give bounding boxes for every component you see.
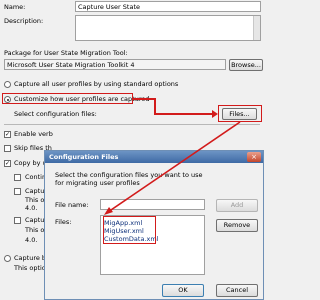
arrow-segment bbox=[133, 98, 155, 100]
description-field[interactable] bbox=[75, 15, 261, 41]
radio-capture-by[interactable] bbox=[4, 255, 11, 262]
copy-by-using-checkbox[interactable]: ✓ bbox=[4, 160, 11, 167]
capture1-note: This o bbox=[25, 196, 45, 204]
close-icon[interactable]: × bbox=[247, 152, 261, 162]
name-label: Name: bbox=[4, 3, 26, 11]
enable-verbose-checkbox[interactable]: ✓ bbox=[4, 131, 11, 138]
description-label: Description: bbox=[4, 17, 44, 25]
browse-button[interactable]: Browse... bbox=[229, 59, 263, 71]
configuration-files-dialog: Configuration Files × Select the configu… bbox=[44, 150, 264, 300]
enable-verbose-label: Enable verb bbox=[14, 130, 53, 138]
highlight-file-list bbox=[103, 216, 156, 244]
file-name-label: File name: bbox=[55, 201, 89, 209]
dialog-title: Configuration Files bbox=[45, 151, 263, 163]
description-scrollbar[interactable] bbox=[253, 16, 260, 40]
separator bbox=[4, 124, 260, 125]
highlight-customize bbox=[2, 93, 133, 104]
dialog-instructions: Select the configuration files you want … bbox=[55, 171, 203, 187]
radio-standard-options[interactable] bbox=[4, 81, 11, 88]
arrow-head-icon bbox=[212, 110, 218, 118]
arrow-segment bbox=[154, 113, 214, 115]
remove-button[interactable]: Remove bbox=[216, 219, 258, 232]
package-field: Microsoft User State Migration Toolkit 4 bbox=[4, 59, 226, 70]
add-button[interactable]: Add bbox=[216, 199, 258, 212]
files-list-label: Files: bbox=[55, 218, 72, 226]
capture1-checkbox[interactable] bbox=[14, 188, 21, 195]
capture1-version: 4.0. bbox=[25, 204, 38, 212]
ok-button[interactable]: OK bbox=[162, 284, 204, 297]
continue-checkbox[interactable] bbox=[14, 174, 21, 181]
skip-files-checkbox[interactable] bbox=[4, 145, 11, 152]
continue-label: Contin bbox=[25, 173, 47, 181]
capture2-checkbox[interactable] bbox=[14, 217, 21, 224]
arrow-segment bbox=[154, 98, 156, 114]
name-field[interactable]: Capture User State bbox=[75, 1, 261, 12]
highlight-files-button bbox=[218, 105, 262, 122]
cancel-button[interactable]: Cancel bbox=[216, 284, 258, 297]
capture2-note: This o bbox=[25, 226, 45, 234]
select-config-files-label: Select configuration files: bbox=[14, 110, 97, 118]
capture-by-note: This optio bbox=[14, 264, 46, 272]
file-name-field[interactable] bbox=[100, 199, 205, 210]
package-label: Package for User State Migration Tool: bbox=[4, 49, 128, 57]
capture2-version: 4.0. bbox=[25, 236, 38, 244]
radio-standard-label: Capture all user profiles by using stand… bbox=[14, 80, 179, 88]
